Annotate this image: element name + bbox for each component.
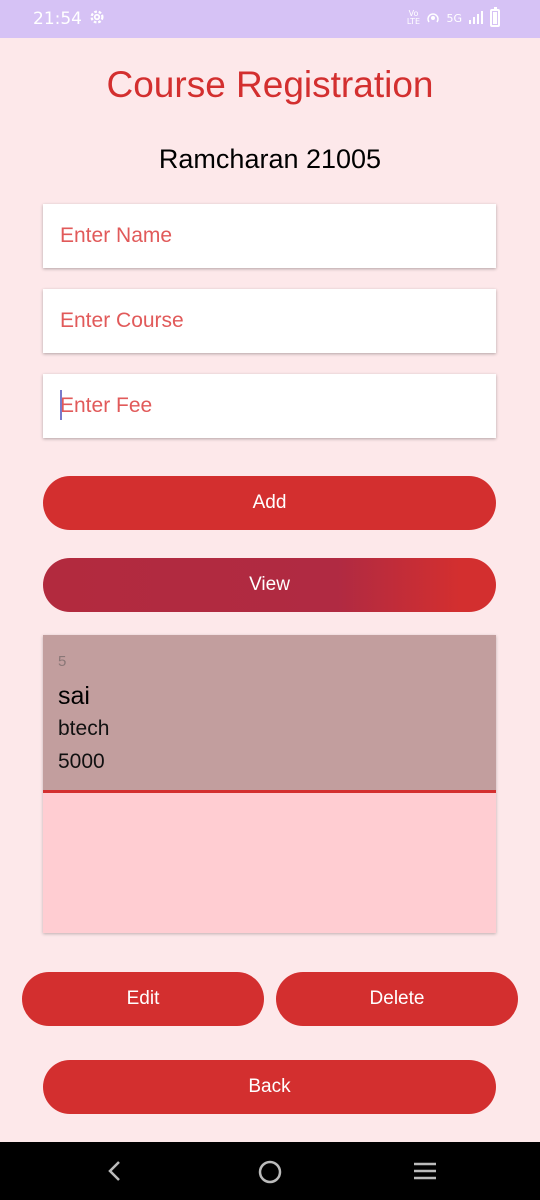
recents-icon[interactable]	[412, 1159, 438, 1183]
record-fee: 5000	[58, 750, 105, 773]
back-icon[interactable]	[104, 1159, 126, 1183]
fee-input[interactable]	[43, 374, 496, 438]
delete-button[interactable]: Delete	[276, 972, 518, 1026]
navigation-bar	[0, 1142, 540, 1200]
home-icon[interactable]	[257, 1159, 283, 1185]
list-item[interactable]: 5 sai btech 5000	[43, 635, 496, 793]
back-button[interactable]: Back	[43, 1060, 496, 1114]
status-icons: Vo LTE 5G	[406, 7, 500, 27]
name-input[interactable]	[43, 204, 496, 268]
edit-button[interactable]: Edit	[22, 972, 264, 1026]
volte-icon: Vo LTE	[406, 9, 421, 26]
view-button[interactable]: View	[43, 558, 496, 612]
battery-icon	[490, 7, 500, 27]
add-button[interactable]: Add	[43, 476, 496, 530]
record-id: 5	[58, 653, 67, 670]
network-type: 5G	[446, 11, 462, 25]
gear-icon	[90, 10, 104, 24]
course-input[interactable]	[43, 289, 496, 353]
hotspot-icon	[427, 13, 440, 23]
status-time: 21:54	[33, 9, 82, 29]
text-cursor	[60, 390, 62, 420]
record-name: sai	[58, 682, 90, 710]
student-subtitle: Ramcharan 21005	[158, 144, 382, 174]
records-list[interactable]: 5 sai btech 5000	[43, 635, 496, 933]
page-title: Course Registration	[106, 64, 434, 105]
signal-icon	[469, 11, 483, 24]
status-bar: 21:54 Vo LTE 5G	[0, 0, 540, 38]
record-course: btech	[58, 717, 110, 740]
